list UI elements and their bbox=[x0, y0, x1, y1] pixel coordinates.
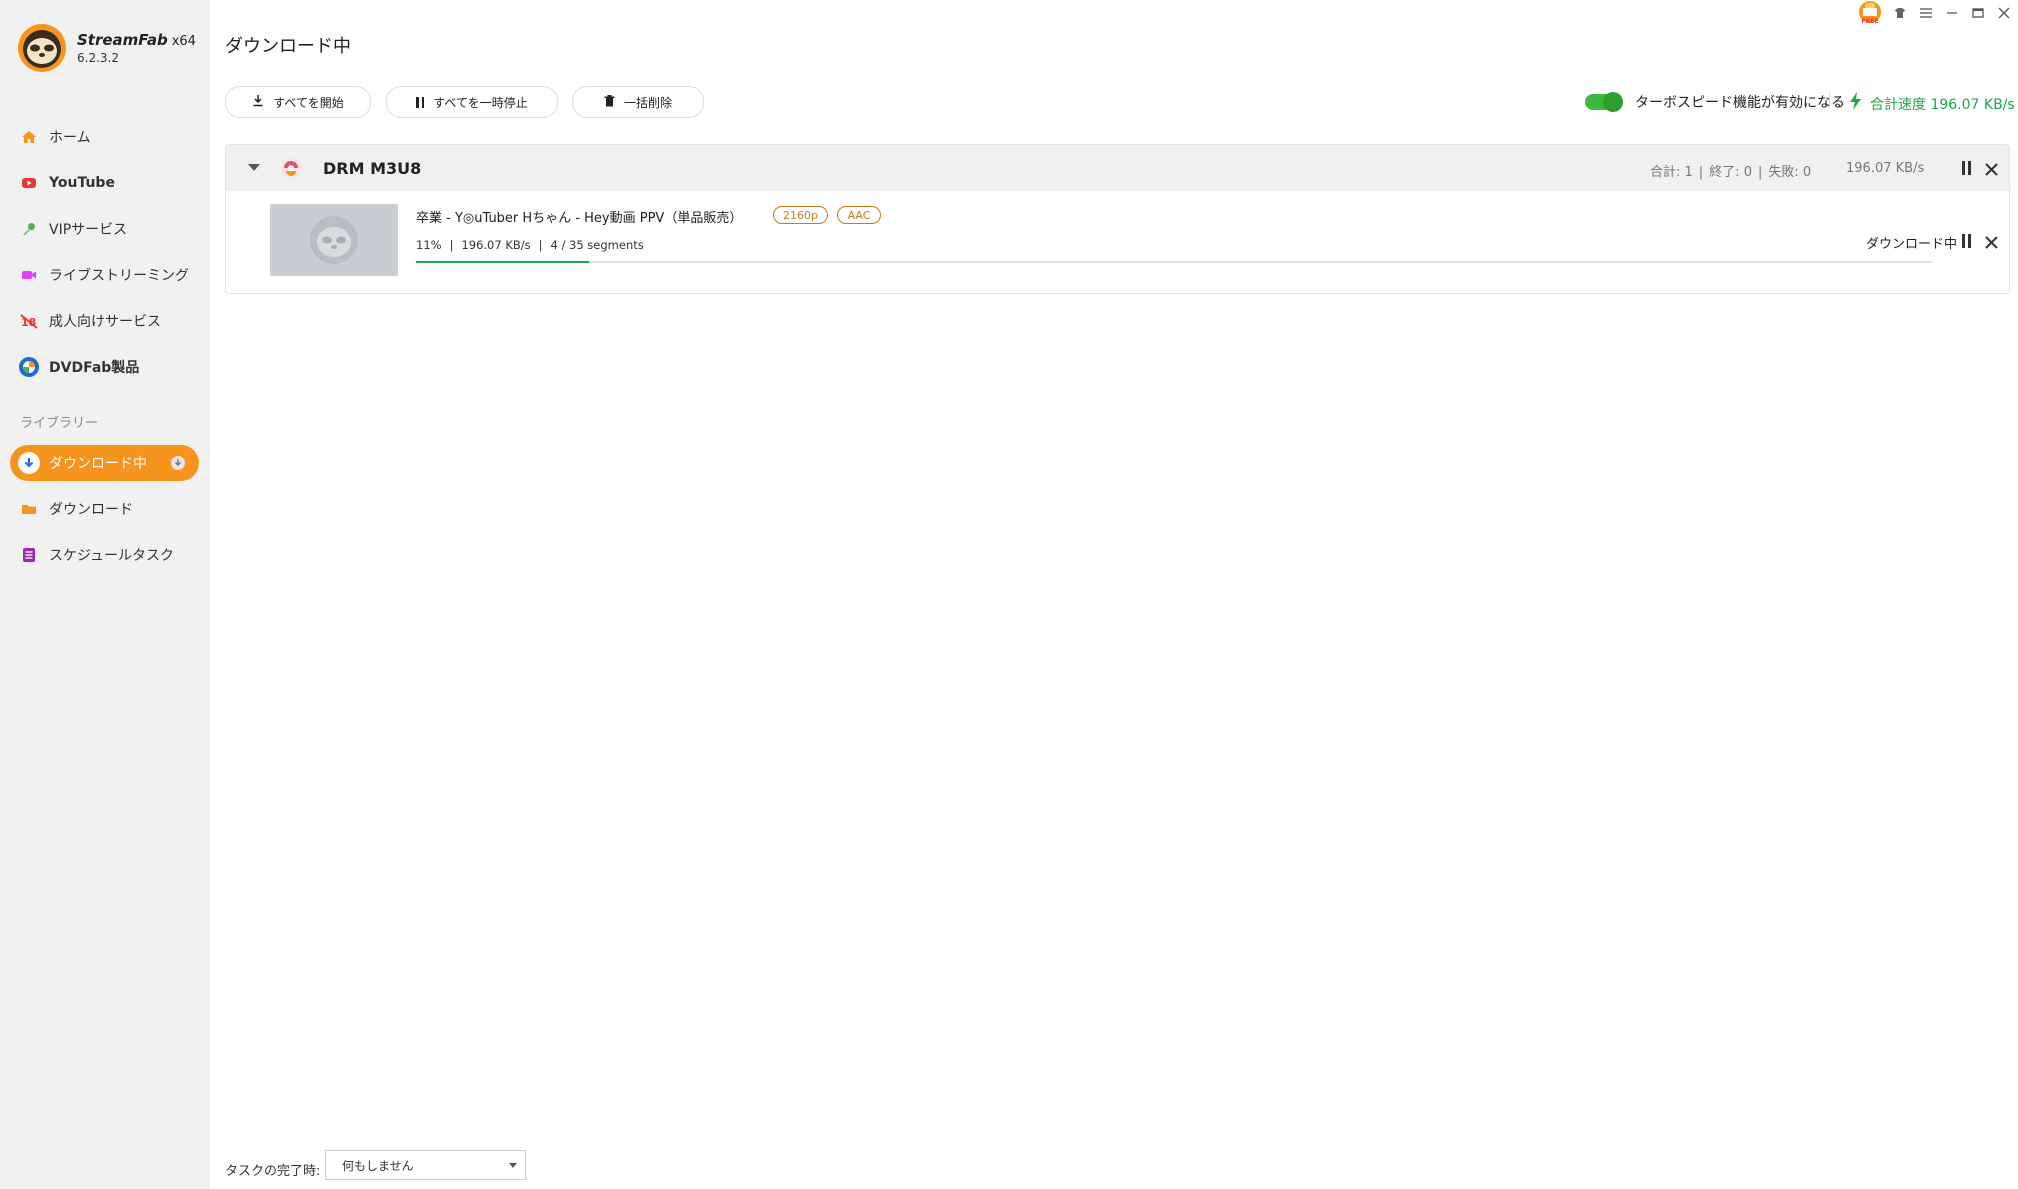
lightning-icon bbox=[1850, 92, 1861, 115]
task-status: ダウンロード中 bbox=[1866, 237, 1958, 252]
sidebar-item-youtube[interactable]: YouTube bbox=[10, 165, 199, 201]
schedule-list-icon bbox=[18, 544, 40, 566]
task-segments: 4 / 35 segments bbox=[550, 238, 644, 252]
turbo-speed-toggle[interactable] bbox=[1585, 92, 1623, 112]
task-progress-fill bbox=[416, 261, 589, 263]
task-progress-meta: 11% | 196.07 KB/s | 4 / 35 segments bbox=[416, 238, 644, 252]
sidebar-item-adult[interactable]: 18 成人向けサービス bbox=[10, 303, 199, 339]
delete-all-label: 一括削除 bbox=[623, 95, 672, 110]
meta-separator: | bbox=[449, 238, 454, 252]
sidebar-item-vip[interactable]: VIPサービス bbox=[10, 211, 199, 247]
turbo-speed-setting: ターボスピード機能が有効になる bbox=[1585, 92, 1845, 112]
sidebar-item-label: ダウンロード中 bbox=[49, 456, 147, 472]
audio-badge: AAC bbox=[837, 206, 881, 224]
toolbar-divider bbox=[1829, 92, 1830, 110]
sidebar: StreamFab x64 6.2.3.2 ホーム YouTube VIPサービス… bbox=[0, 0, 210, 1189]
group-finished: 終了: 0 bbox=[1709, 165, 1752, 180]
download-icon bbox=[252, 94, 264, 110]
on-complete-value: 何もしません bbox=[342, 1158, 414, 1173]
group-header: DRM M3U8 合計: 1 | 終了: 0 | 失敗: 0 196.07 KB/s bbox=[226, 145, 2009, 191]
sidebar-item-label: VIPサービス bbox=[49, 222, 128, 238]
stats-separator: | bbox=[1698, 165, 1704, 180]
sidebar-item-live-streaming[interactable]: ライブストリーミング bbox=[10, 257, 199, 293]
video-camera-icon bbox=[18, 264, 40, 286]
start-all-button[interactable]: すべてを開始 bbox=[225, 86, 371, 118]
sidebar-item-downloaded[interactable]: ダウンロード bbox=[10, 491, 199, 527]
group-stats: 合計: 1 | 終了: 0 | 失敗: 0 bbox=[1650, 161, 1811, 180]
library-section-label: ライブラリー bbox=[20, 416, 99, 431]
task-thumbnail bbox=[270, 204, 398, 276]
main-panel: ダウンロード中 すべてを開始 すべてを一時停止 一括削除 ターボスピード機能が有… bbox=[210, 0, 2018, 1189]
download-task-row: 卒業 - Y◎uTuber Hちゃん - Hey動画 PPV（単品販売） 216… bbox=[226, 191, 2009, 293]
folder-icon bbox=[18, 498, 40, 520]
app-name-block: StreamFab x64 6.2.3.2 bbox=[77, 31, 196, 65]
key-icon bbox=[18, 218, 40, 240]
on-complete-select[interactable]: 何もしません bbox=[325, 1150, 526, 1180]
total-speed: 合計速度 196.07 KB/s bbox=[1850, 92, 2015, 115]
chevron-down-icon bbox=[509, 1163, 517, 1168]
youtube-icon bbox=[18, 172, 40, 194]
stats-separator: | bbox=[1757, 165, 1763, 180]
sidebar-item-label: スケジュールタスク bbox=[49, 548, 175, 564]
task-pause-icon[interactable] bbox=[1962, 234, 1971, 248]
delete-all-button[interactable]: 一括削除 bbox=[572, 86, 704, 118]
resolution-badge: 2160p bbox=[773, 206, 828, 224]
pause-icon bbox=[416, 96, 425, 108]
group-speed: 196.07 KB/s bbox=[1846, 161, 1925, 176]
trash-icon bbox=[604, 94, 615, 110]
collapse-caret-icon[interactable] bbox=[248, 164, 260, 171]
task-title: 卒業 - Y◎uTuber Hちゃん - Hey動画 PPV（単品販売） bbox=[416, 211, 743, 226]
streamfab-logo-icon bbox=[18, 24, 66, 72]
meta-separator: | bbox=[538, 238, 543, 252]
turbo-speed-label: ターボスピード機能が有効になる bbox=[1635, 95, 1845, 111]
app-arch: x64 bbox=[171, 34, 196, 49]
adult-restricted-icon: 18 bbox=[18, 310, 40, 332]
app-name: StreamFab bbox=[77, 31, 168, 49]
sidebar-item-label: YouTube bbox=[49, 175, 115, 191]
task-percent: 11% bbox=[416, 238, 442, 252]
group-total: 合計: 1 bbox=[1650, 165, 1693, 180]
sidebar-item-label: 成人向けサービス bbox=[49, 314, 161, 330]
page-title: ダウンロード中 bbox=[225, 36, 351, 57]
start-all-label: すべてを開始 bbox=[273, 95, 344, 110]
home-icon bbox=[18, 126, 40, 148]
group-pause-icon[interactable] bbox=[1962, 161, 1971, 175]
total-speed-text: 合計速度 196.07 KB/s bbox=[1870, 96, 2015, 113]
sidebar-item-label: ホーム bbox=[49, 130, 91, 146]
task-progress-bar bbox=[416, 261, 1932, 263]
group-failed: 失敗: 0 bbox=[1768, 165, 1812, 180]
dvdfab-icon bbox=[18, 356, 40, 378]
sidebar-item-downloading[interactable]: ダウンロード中 bbox=[10, 445, 199, 481]
task-speed: 196.07 KB/s bbox=[461, 238, 531, 252]
sidebar-item-dvdfab[interactable]: DVDFab製品 bbox=[10, 349, 199, 385]
sidebar-item-label: ライブストリーミング bbox=[49, 268, 189, 284]
app-brand: StreamFab x64 6.2.3.2 bbox=[16, 22, 196, 74]
sidebar-item-label: ダウンロード bbox=[49, 502, 133, 518]
pause-all-button[interactable]: すべてを一時停止 bbox=[386, 86, 558, 118]
sloth-placeholder-icon bbox=[310, 216, 358, 264]
group-title: DRM M3U8 bbox=[323, 159, 422, 178]
downloading-indicator-icon bbox=[171, 456, 185, 470]
on-complete-label: タスクの完了時: bbox=[225, 1164, 321, 1179]
pause-all-label: すべてを一時停止 bbox=[433, 95, 528, 110]
sidebar-item-label: DVDFab製品 bbox=[49, 360, 140, 376]
task-close-icon[interactable] bbox=[1985, 234, 1998, 253]
download-group: DRM M3U8 合計: 1 | 終了: 0 | 失敗: 0 196.07 KB/s bbox=[225, 144, 2010, 294]
app-version: 6.2.3.2 bbox=[77, 51, 119, 65]
group-close-icon[interactable] bbox=[1985, 161, 1998, 180]
sidebar-item-home[interactable]: ホーム bbox=[10, 119, 199, 155]
download-arrow-icon bbox=[18, 452, 40, 474]
sidebar-item-schedule[interactable]: スケジュールタスク bbox=[10, 537, 199, 573]
drm-m3u8-logo-icon bbox=[281, 158, 301, 178]
